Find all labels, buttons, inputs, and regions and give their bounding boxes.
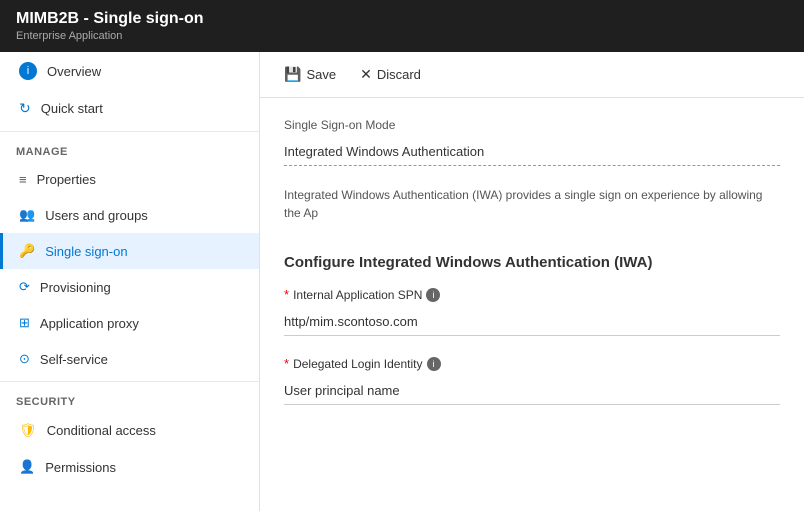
toolbar: 💾 Save ✕ Discard — [260, 52, 804, 98]
discard-label: Discard — [377, 67, 421, 82]
permissions-icon: 👤 — [19, 459, 35, 475]
delegated-login-label-row: * Delegated Login Identity i — [284, 356, 780, 371]
sidebar-item-provisioning[interactable]: ⟳ Provisioning — [0, 269, 259, 305]
required-star-spn: * — [284, 287, 289, 302]
sidebar-item-application-proxy[interactable]: ⊞ Application proxy — [0, 305, 259, 341]
sidebar-label-single-sign-on: Single sign-on — [45, 244, 127, 259]
save-button[interactable]: 💾 Save — [280, 62, 340, 87]
discard-button[interactable]: ✕ Discard — [356, 62, 425, 87]
delegated-login-input[interactable] — [284, 377, 780, 405]
delegated-info-icon[interactable]: i — [427, 357, 441, 371]
info-icon: i — [19, 62, 37, 80]
save-label: Save — [306, 67, 336, 82]
delegated-login-label: Delegated Login Identity — [293, 357, 422, 371]
internal-spn-input[interactable] — [284, 308, 780, 336]
sidebar-item-self-service[interactable]: ⊙ Self-service — [0, 341, 259, 377]
bars-icon: ≡ — [19, 172, 27, 187]
quickstart-icon: ↻ — [19, 100, 31, 117]
content-area: Single Sign-on Mode Integrated Windows A… — [260, 98, 804, 445]
main-content: 💾 Save ✕ Discard Single Sign-on Mode Int… — [260, 52, 804, 511]
internal-spn-field: * Internal Application SPN i — [284, 287, 780, 336]
configure-iwa-title: Configure Integrated Windows Authenticat… — [284, 254, 780, 271]
sso-mode-select[interactable]: Integrated Windows Authentication — [284, 138, 780, 166]
sidebar-divider-1 — [0, 131, 259, 132]
selfservice-icon: ⊙ — [19, 351, 30, 367]
page-subtitle: Enterprise Application — [16, 30, 788, 42]
sso-icon: 🔑 — [19, 243, 35, 259]
body-layout: i Overview ↻ Quick start MANAGE ≡ Proper… — [0, 52, 804, 511]
description-text: Integrated Windows Authentication (IWA) … — [284, 186, 780, 222]
sidebar-label-overview: Overview — [47, 64, 101, 79]
sidebar-divider-2 — [0, 381, 259, 382]
sidebar-item-conditional-access[interactable]: 🛡 Conditional access — [0, 412, 259, 449]
sidebar-item-permissions[interactable]: 👤 Permissions — [0, 449, 259, 485]
sidebar-label-users-groups: Users and groups — [45, 208, 148, 223]
sidebar-label-quickstart: Quick start — [41, 101, 103, 116]
sidebar-item-single-sign-on[interactable]: 🔑 Single sign-on — [0, 233, 259, 269]
manage-section-label: MANAGE — [0, 136, 259, 162]
spn-info-icon[interactable]: i — [426, 288, 440, 302]
internal-spn-label-row: * Internal Application SPN i — [284, 287, 780, 302]
sync-icon: ⟳ — [19, 279, 30, 295]
required-star-delegated: * — [284, 356, 289, 371]
sidebar-label-properties: Properties — [37, 172, 96, 187]
sidebar-item-properties[interactable]: ≡ Properties — [0, 162, 259, 197]
sidebar-label-self-service: Self-service — [40, 352, 108, 367]
sidebar-item-quickstart[interactable]: ↻ Quick start — [0, 90, 259, 127]
sso-mode-label: Single Sign-on Mode — [284, 118, 780, 132]
sidebar-label-conditional-access: Conditional access — [47, 423, 156, 438]
delegated-login-field: * Delegated Login Identity i — [284, 356, 780, 405]
internal-spn-label: Internal Application SPN — [293, 288, 422, 302]
save-icon: 💾 — [284, 66, 301, 83]
security-section-label: SECURITY — [0, 386, 259, 412]
shield-icon: 🛡 — [19, 422, 37, 439]
sidebar: i Overview ↻ Quick start MANAGE ≡ Proper… — [0, 52, 260, 511]
discard-icon: ✕ — [360, 66, 372, 83]
sidebar-label-application-proxy: Application proxy — [40, 316, 139, 331]
header: MIMB2B - Single sign-on Enterprise Appli… — [0, 0, 804, 52]
sso-mode-field: Single Sign-on Mode Integrated Windows A… — [284, 118, 780, 166]
sidebar-label-permissions: Permissions — [45, 460, 116, 475]
page-title: MIMB2B - Single sign-on — [16, 10, 788, 28]
grid-icon: ⊞ — [19, 315, 30, 331]
sidebar-item-users-groups[interactable]: 👥 Users and groups — [0, 197, 259, 233]
sidebar-item-overview[interactable]: i Overview — [0, 52, 259, 90]
sidebar-label-provisioning: Provisioning — [40, 280, 111, 295]
people-icon: 👥 — [19, 207, 35, 223]
